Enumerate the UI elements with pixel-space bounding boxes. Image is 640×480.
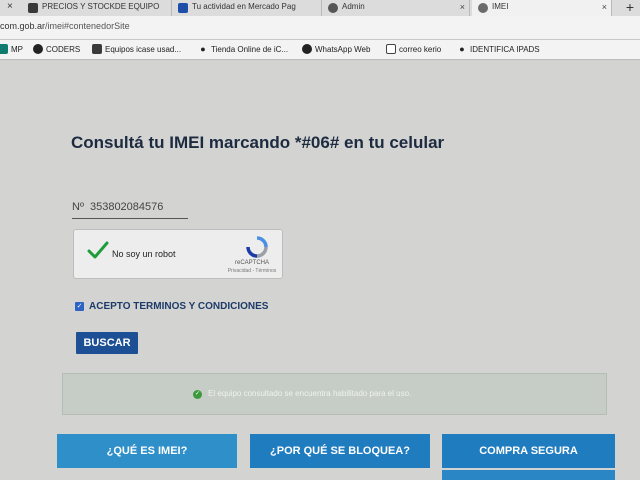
tab-precios[interactable]: PRECIOS Y STOCKDE EQUIPO [22,0,172,16]
check-circle-icon: ✓ [193,390,202,399]
what-is-imei-button[interactable]: ¿QUÉ ES IMEI? [57,434,237,468]
mercadopago-icon [0,44,8,54]
imei-value: 353802084576 [89,201,164,213]
bookmark-label: Tienda Online de iC... [211,44,289,54]
bookmark-equipos[interactable]: Equipos icase usad... [92,44,181,54]
bookmark-coders[interactable]: CODERS [33,44,80,54]
new-tab-button[interactable]: + [626,0,634,15]
bookmark-identifica-ipads[interactable]: ● IDENTIFICA IPADS [457,44,540,54]
page-favicon-icon [28,3,38,13]
terms-checkbox-row[interactable]: ✓ ACEPTO TERMINOS Y CONDICIONES [75,301,268,312]
tab-label: PRECIOS Y STOCKDE EQUIPO [42,2,160,11]
bookmark-mp[interactable]: MP [0,44,23,54]
tab-mercadopago[interactable]: Tu actividad en Mercado Pag [172,0,322,16]
bookmark-whatsapp[interactable]: WhatsApp Web [302,44,370,54]
why-blocked-button[interactable]: ¿POR QUÉ SE BLOQUEA? [250,434,430,468]
bookmark-label: WhatsApp Web [315,44,371,54]
tab-label: Admin [342,2,365,11]
bookmark-label: correo kerio [399,44,442,54]
bookmark-tienda[interactable]: ● Tienda Online de iC... [198,44,288,54]
result-alert: ✓ El equipo consultado se encuentra habi… [62,373,607,415]
github-icon [33,44,43,54]
mercadopago-icon [178,3,188,13]
bookmark-label: IDENTIFICA IPADS [470,44,540,54]
bookmarks-bar: MP CODERS Equipos icase usad... ● Tienda… [0,40,640,60]
bookmark-label: CODERS [46,44,81,54]
whatsapp-icon [302,44,312,54]
imei-prefix: Nº [72,201,84,213]
page-title: Consultá tu IMEI marcando *#06# en tu ce… [71,133,445,152]
captcha-links[interactable]: Privacidad - Términos [222,268,282,274]
recaptcha-widget: No soy un robot reCAPTCHA Privacidad - T… [73,229,283,279]
bookmark-page-icon [92,44,102,54]
tab-imei[interactable]: IMEI × [472,0,612,16]
apple-icon: ● [200,44,206,54]
terms-label: ACEPTO TERMINOS Y CONDICIONES [89,301,269,312]
captcha-label: No soy un robot [112,249,176,259]
mail-icon [386,44,396,54]
github-icon [328,3,338,13]
url-path: /imei#contenedorSite [45,21,130,31]
bookmark-correo[interactable]: correo kerio [386,44,441,54]
bookmark-label: Equipos icase usad... [105,44,182,54]
page-content: Consultá tu IMEI marcando *#06# en tu ce… [0,61,640,480]
tab-bar: × PRECIOS Y STOCKDE EQUIPO Tu actividad … [0,0,640,16]
bookmark-label: MP [11,44,23,54]
search-button[interactable]: BUSCAR [76,332,138,354]
imei-input[interactable]: Nº 353802084576 [72,201,188,219]
tab-label: IMEI [492,2,509,11]
checkmark-icon[interactable] [86,238,110,262]
address-bar[interactable]: com.gob.ar/imei#contenedorSite [0,16,640,40]
tab-admin[interactable]: Admin × [322,0,470,16]
safe-purchase-button[interactable]: COMPRA SEGURA [442,434,615,468]
tab-label: Tu actividad en Mercado Pag [192,2,296,11]
apple-icon: ● [459,44,465,54]
shield-icon [478,3,488,13]
url-text[interactable]: com.gob.ar/imei#contenedorSite [0,21,130,31]
captcha-brand: reCAPTCHA [234,260,269,266]
recaptcha-logo-icon [246,236,268,258]
terms-checkbox[interactable]: ✓ [75,302,84,311]
button-shadow [442,470,615,480]
close-tab-icon[interactable]: × [602,0,607,14]
result-message: El equipo consultado se encuentra habili… [208,389,412,398]
url-host: com.gob.ar [0,21,46,31]
close-tab-icon[interactable]: × [460,0,465,14]
close-tab-icon[interactable]: × [7,1,13,12]
